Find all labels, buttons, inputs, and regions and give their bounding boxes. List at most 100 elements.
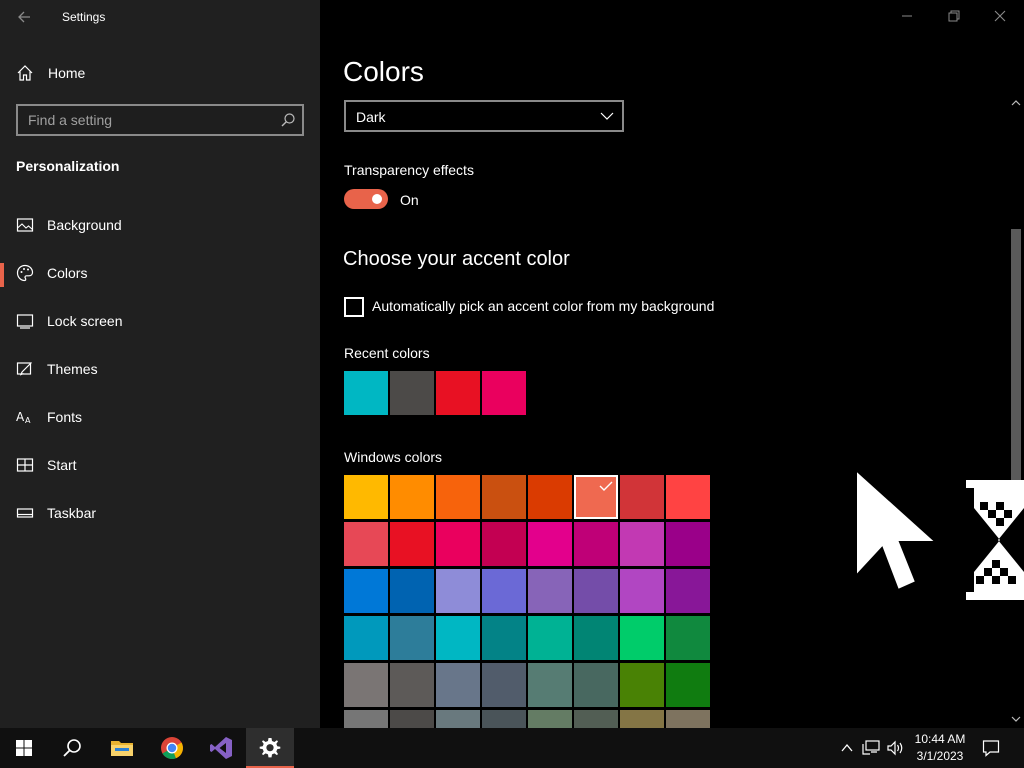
windows-color-swatch[interactable] (436, 710, 480, 728)
network-icon[interactable] (862, 740, 880, 756)
folder-icon (111, 741, 133, 756)
auto-accent-label[interactable]: Automatically pick an accent color from … (372, 298, 714, 314)
windows-color-swatch[interactable] (482, 710, 526, 728)
windows-color-swatch[interactable] (390, 616, 434, 660)
windows-color-swatch[interactable] (620, 663, 664, 707)
windows-color-swatch[interactable] (482, 475, 526, 519)
windows-color-swatch[interactable] (666, 522, 710, 566)
selected-color-swatch[interactable] (574, 475, 618, 519)
windows-color-swatch[interactable] (666, 569, 710, 613)
recent-color-swatch[interactable] (436, 371, 480, 415)
sidebar-item-start[interactable]: Start (0, 444, 320, 492)
windows-color-swatch[interactable] (436, 475, 480, 519)
sidebar-item-themes[interactable]: Themes (0, 348, 320, 396)
search-icon[interactable] (280, 112, 296, 128)
windows-color-swatch[interactable] (482, 616, 526, 660)
windows-color-swatch[interactable] (390, 522, 434, 566)
windows-color-swatch[interactable] (436, 616, 480, 660)
windows-color-swatch[interactable] (574, 710, 618, 728)
chrome-button[interactable] (148, 728, 196, 768)
windows-color-swatch[interactable] (666, 710, 710, 728)
scroll-down-icon[interactable] (1011, 714, 1021, 724)
windows-color-swatch[interactable] (574, 663, 618, 707)
windows-color-swatch[interactable] (620, 569, 664, 613)
toggle-knob (372, 194, 382, 204)
windows-color-swatch[interactable] (344, 663, 388, 707)
minimize-icon[interactable] (899, 8, 915, 24)
settings-sidebar: Settings Home Personalization Background (0, 0, 320, 728)
notifications-icon[interactable] (982, 739, 1000, 757)
recent-color-swatch[interactable] (390, 371, 434, 415)
windows-color-swatch[interactable] (574, 522, 618, 566)
windows-color-swatch[interactable] (482, 663, 526, 707)
chevron-up-icon[interactable] (840, 741, 854, 755)
visual-studio-button[interactable] (197, 728, 245, 768)
clock-time[interactable]: 10:44 AM (914, 732, 966, 746)
windows-color-swatch[interactable] (620, 475, 664, 519)
windows-color-swatch[interactable] (620, 616, 664, 660)
windows-color-swatch[interactable] (666, 663, 710, 707)
recent-color-swatch[interactable] (344, 371, 388, 415)
windows-color-swatch[interactable] (666, 616, 710, 660)
windows-color-swatch[interactable] (436, 522, 480, 566)
windows-color-swatch[interactable] (528, 522, 572, 566)
windows-color-swatch[interactable] (344, 569, 388, 613)
sidebar-item-background[interactable]: Background (0, 204, 320, 252)
windows-color-swatch[interactable] (436, 569, 480, 613)
auto-accent-checkbox[interactable] (344, 297, 364, 317)
search-input[interactable] (18, 106, 278, 134)
windows-color-swatch[interactable] (344, 616, 388, 660)
windows-color-swatch[interactable] (482, 522, 526, 566)
windows-color-swatch[interactable] (528, 710, 572, 728)
windows-color-swatch[interactable] (620, 710, 664, 728)
volume-icon[interactable] (886, 740, 904, 756)
mouse-pointer-icon (855, 468, 938, 592)
sidebar-item-label: Start (47, 457, 77, 473)
clock-date[interactable]: 3/1/2023 (914, 749, 966, 763)
svg-text:A: A (25, 416, 31, 425)
file-explorer-button[interactable] (98, 728, 146, 768)
scroll-thumb[interactable] (1011, 229, 1021, 499)
windows-color-swatch[interactable] (574, 569, 618, 613)
windows-color-swatch[interactable] (528, 663, 572, 707)
windows-color-swatch[interactable] (574, 616, 618, 660)
sidebar-item-colors[interactable]: Colors (0, 252, 320, 300)
windows-color-swatch[interactable] (620, 522, 664, 566)
windows-color-swatch[interactable] (390, 663, 434, 707)
dropdown-value: Dark (356, 109, 386, 125)
scrollbar[interactable] (1008, 94, 1024, 728)
taskbar: 10:44 AM 3/1/2023 (0, 728, 1024, 768)
scroll-up-icon[interactable] (1011, 98, 1021, 108)
windows-color-swatch[interactable] (666, 475, 710, 519)
windows-color-swatch[interactable] (344, 710, 388, 728)
sidebar-item-fonts[interactable]: A A Fonts (0, 396, 320, 444)
restore-icon[interactable] (946, 8, 962, 24)
back-button[interactable] (14, 6, 36, 28)
close-icon[interactable] (992, 8, 1008, 24)
sidebar-item-lock-screen[interactable]: Lock screen (0, 300, 320, 348)
nav-home[interactable]: Home (0, 58, 320, 88)
transparency-toggle[interactable] (344, 189, 388, 209)
windows-color-swatch[interactable] (528, 616, 572, 660)
recent-colors-label: Recent colors (344, 345, 430, 361)
search-box[interactable] (16, 104, 304, 136)
start-button[interactable] (0, 728, 48, 768)
recent-color-swatch[interactable] (482, 371, 526, 415)
windows-color-swatch[interactable] (390, 710, 434, 728)
windows-color-swatch[interactable] (482, 569, 526, 613)
sidebar-item-label: Colors (47, 265, 88, 281)
gear-icon (259, 738, 281, 758)
windows-color-swatch[interactable] (390, 475, 434, 519)
app-title: Settings (62, 10, 106, 24)
sidebar-item-taskbar[interactable]: Taskbar (0, 492, 320, 540)
windows-color-swatch[interactable] (436, 663, 480, 707)
windows-color-swatch[interactable] (528, 569, 572, 613)
windows-color-swatch[interactable] (344, 475, 388, 519)
windows-color-swatch[interactable] (390, 569, 434, 613)
windows-color-swatch[interactable] (344, 522, 388, 566)
windows-color-swatch[interactable] (528, 475, 572, 519)
search-button[interactable] (48, 728, 96, 768)
color-mode-dropdown[interactable]: Dark (344, 100, 624, 132)
settings-button[interactable] (246, 728, 294, 768)
visual-studio-icon (210, 737, 232, 759)
